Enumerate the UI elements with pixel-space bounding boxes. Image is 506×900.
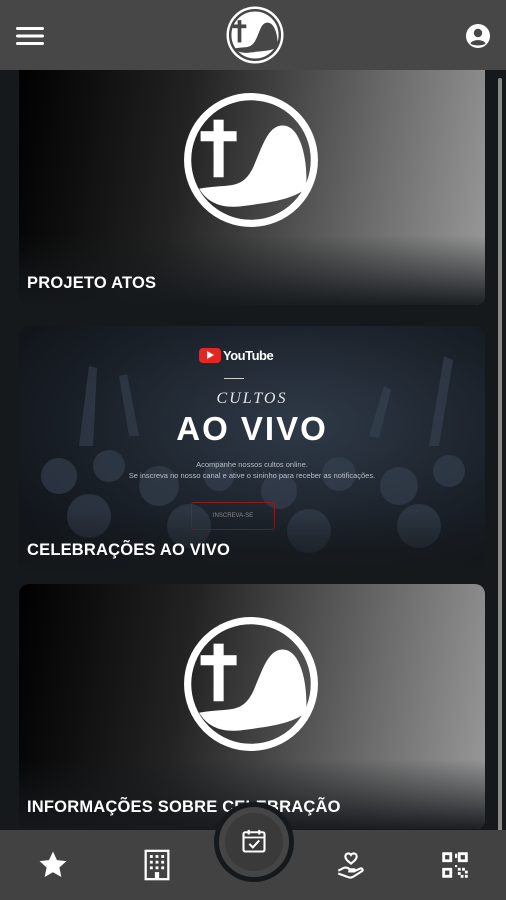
church-logo-icon	[226, 6, 284, 64]
divider	[224, 378, 244, 379]
fab-inner	[225, 813, 283, 871]
building-icon[interactable]	[140, 848, 174, 882]
qr-code-icon[interactable]	[438, 848, 472, 882]
live-subtitle: CULTOS	[216, 390, 288, 407]
calendar-fab-button[interactable]	[214, 802, 294, 882]
card-fade-overlay	[19, 235, 485, 305]
calendar-check-icon	[242, 829, 266, 853]
hamburger-menu-icon[interactable]	[14, 22, 46, 50]
youtube-logo: YouTube	[199, 346, 274, 364]
card-informacoes-celebracao[interactable]: INFORMAÇÕES SOBRE CELEBRAÇÃO	[19, 584, 485, 829]
content-feed: PROJETO ATOS YouTube CULTOS AO VIVO Acom…	[0, 70, 506, 830]
live-description-line2: Se inscreva no nosso canal e ative o sin…	[128, 471, 376, 480]
account-circle-icon[interactable]	[464, 22, 492, 50]
card-title: PROJETO ATOS	[27, 274, 157, 292]
scrollbar[interactable]	[498, 78, 502, 838]
card-title: CELEBRAÇÕES AO VIVO	[27, 541, 231, 559]
hand-heart-icon[interactable]	[334, 848, 368, 882]
card-projeto-atos[interactable]: PROJETO ATOS	[19, 70, 485, 305]
live-headline: AO VIVO	[176, 410, 328, 447]
star-icon[interactable]	[36, 848, 70, 882]
church-logo-icon	[184, 617, 318, 751]
card-celebracoes-ao-vivo[interactable]: YouTube CULTOS AO VIVO Acompanhe nossos …	[19, 326, 485, 572]
live-description-line1: Acompanhe nossos cultos online.	[196, 460, 308, 469]
card-title: INFORMAÇÕES SOBRE CELEBRAÇÃO	[27, 798, 341, 816]
app-bar	[0, 0, 506, 70]
youtube-play-icon	[199, 347, 221, 363]
church-logo-icon	[184, 93, 318, 227]
